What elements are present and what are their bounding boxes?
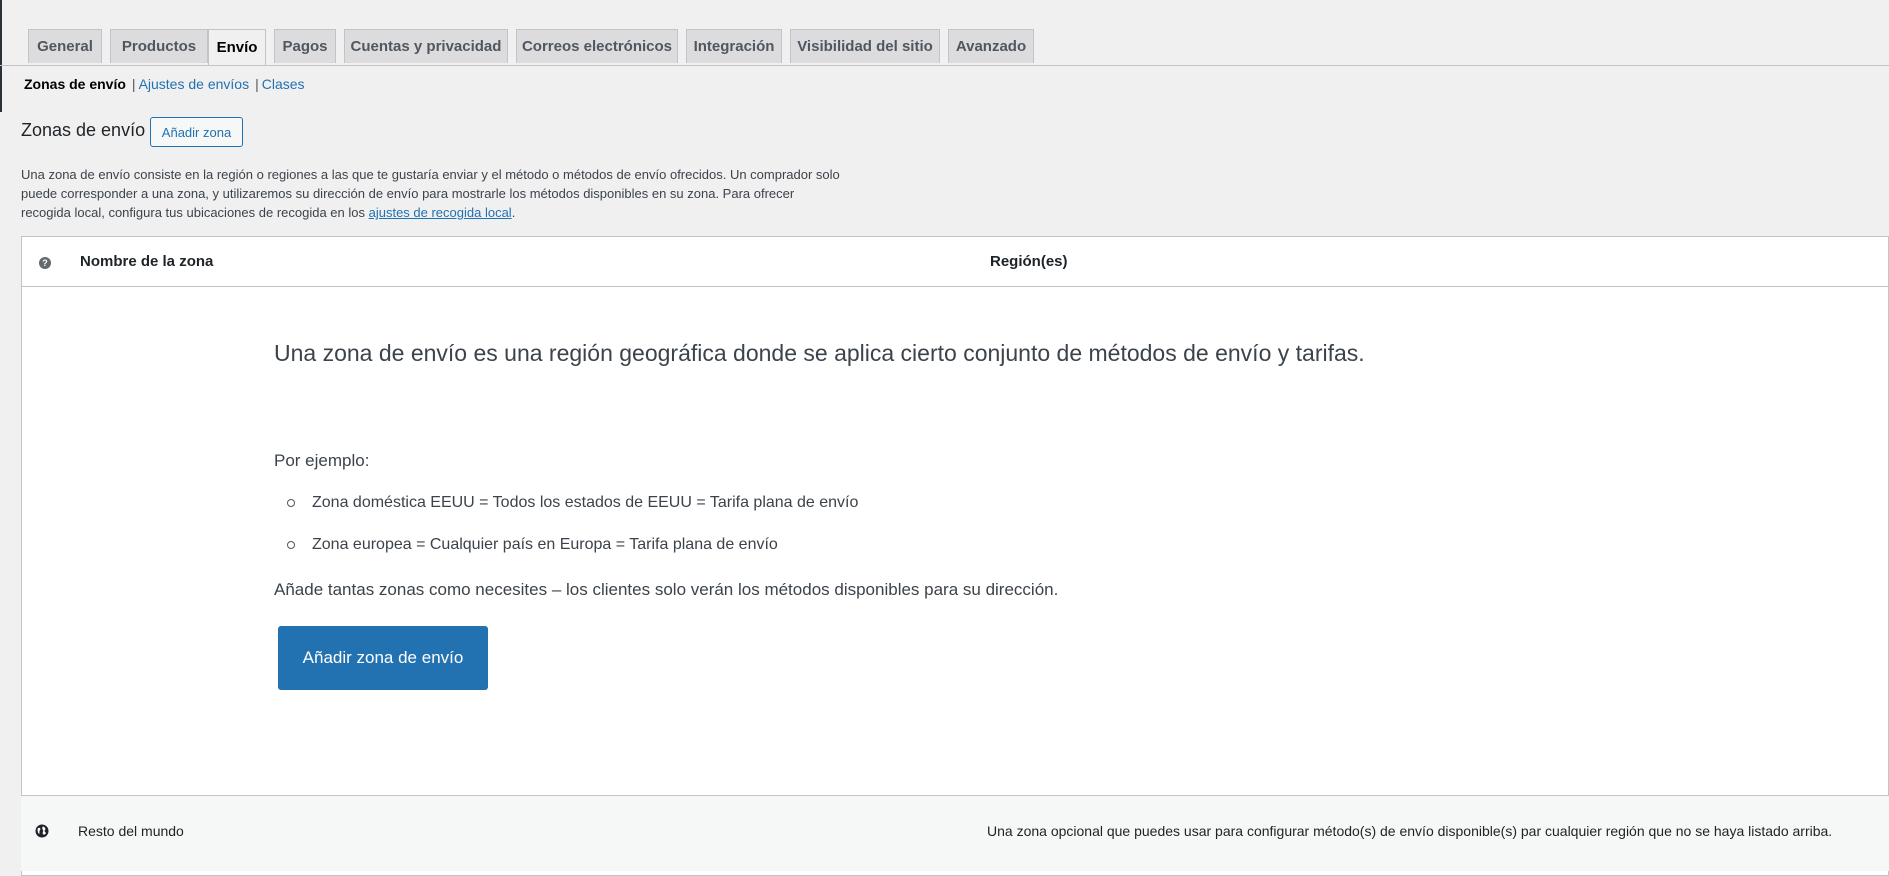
subnav-separator: | <box>255 76 259 92</box>
add-shipping-zone-button[interactable]: Añadir zona de envío <box>278 626 488 690</box>
help-icon[interactable]: ? <box>39 257 51 269</box>
example-text: Zona doméstica EEUU = Todos los estados … <box>312 494 859 511</box>
shipping-subnav: Zonas de envío | Ajustes de envíos | Clases <box>24 75 305 93</box>
tab-cuentas-privacidad[interactable]: Cuentas y privacidad <box>344 29 508 63</box>
list-item: Zona europea = Cualquier país en Europa … <box>274 533 858 575</box>
list-item: Zona doméstica EEUU = Todos los estados … <box>274 491 858 533</box>
tab-envio[interactable]: Envío <box>208 29 266 65</box>
tab-visibilidad-sitio[interactable]: Visibilidad del sitio <box>790 29 940 63</box>
empty-state-outro: Añade tantas zonas como necesites – los … <box>274 580 1059 599</box>
add-zone-button[interactable]: Añadir zona <box>150 117 243 147</box>
bullet-icon <box>287 541 295 549</box>
subnav-link-ajustes[interactable]: Ajustes de envíos <box>139 76 250 92</box>
local-pickup-settings-link[interactable]: ajustes de recogida local <box>369 205 512 220</box>
column-header-zone-name: Nombre de la zona <box>80 253 214 270</box>
subnav-separator: | <box>131 76 136 92</box>
subnav-link-clases[interactable]: Clases <box>262 76 305 92</box>
section-description: Una zona de envío consiste en la región … <box>21 165 841 222</box>
examples-list: Zona doméstica EEUU = Todos los estados … <box>274 491 858 575</box>
tab-pagos[interactable]: Pagos <box>274 29 336 63</box>
table-header: ? Nombre de la zona Región(es) <box>22 237 1888 287</box>
settings-tabs: General Productos Envío Pagos Cuentas y … <box>0 0 1889 66</box>
tab-correos-electronicos[interactable]: Correos electrónicos <box>516 29 678 63</box>
column-header-regions: Región(es) <box>990 253 1068 270</box>
example-text: Zona europea = Cualquier país en Europa … <box>312 536 778 553</box>
empty-state-intro: Por ejemplo: <box>274 451 370 470</box>
table-row[interactable]: Resto del mundo Una zona opcional que pu… <box>21 795 1889 871</box>
empty-state-heading: Una zona de envío es una región geográfi… <box>274 340 1365 366</box>
tab-integracion[interactable]: Integración <box>686 29 782 63</box>
tab-general[interactable]: General <box>28 29 102 63</box>
globe-icon <box>35 824 49 838</box>
zone-region-description: Una zona opcional que puedes usar para c… <box>987 823 1833 839</box>
zone-name-rest-of-world[interactable]: Resto del mundo <box>78 823 184 839</box>
page-title: Zonas de envío <box>21 120 146 140</box>
tab-productos[interactable]: Productos <box>110 29 208 63</box>
bullet-icon <box>287 499 295 507</box>
description-end: . <box>511 205 516 220</box>
tab-avanzado[interactable]: Avanzado <box>948 29 1034 63</box>
subnav-current-zonas: Zonas de envío <box>24 76 126 92</box>
